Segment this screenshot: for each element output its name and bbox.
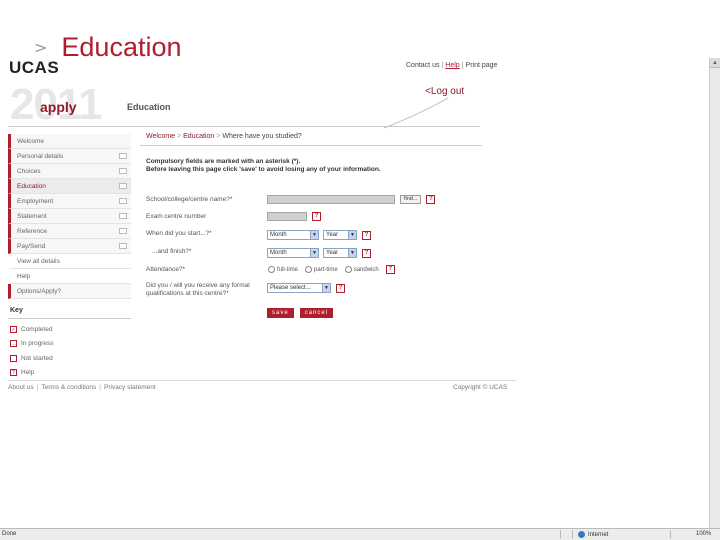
section-heading: Education [127,102,171,112]
sidebar-item-pay-send[interactable]: Pay/Send [8,239,131,254]
sidebar-item-personal-details[interactable]: Personal details [8,149,131,164]
attendance-sandwich-radio[interactable]: sandwich [344,266,379,273]
attendance-label: Attendance?* [146,266,186,273]
finish-date-label: ...and finish?* [152,248,192,255]
contact-us-link[interactable]: Contact us [406,62,439,69]
status-icon [119,213,127,219]
help-icon[interactable]: ? [312,212,321,221]
sidebar-item-welcome[interactable]: Welcome [8,134,131,149]
empty-box-icon [10,354,17,362]
school-label: School/college/centre name?* [146,196,233,203]
help-icon: ? [10,369,17,377]
qualifications-label: Did you / will you receive any formal qu… [146,282,250,297]
sidebar-item-options[interactable]: Options/Apply? [8,284,131,299]
ucas-logo[interactable]: UCAS [9,58,59,78]
exam-centre-input[interactable] [267,212,307,221]
key-item-completed: ✓ Completed [10,325,53,333]
key-divider [8,318,131,319]
sidebar-item-choices[interactable]: Choices [8,164,131,179]
key-item-not-started: Not started [8,351,131,366]
decorative-curve-icon [383,97,449,129]
zoom-level[interactable]: 100% [696,531,711,537]
apply-logo: apply [40,99,77,115]
header-divider [8,126,480,127]
sidebar-item-help[interactable]: Help [8,269,131,284]
status-text: Done [2,531,17,537]
status-icon [119,228,127,234]
sidebar-nav: Welcome Personal details Choices Educati… [8,134,131,380]
find-button[interactable]: find... [400,195,422,204]
key-title: Key [10,307,23,314]
breadcrumb-welcome[interactable]: Welcome [146,133,175,140]
finish-year-select[interactable]: Year ▼ [323,248,357,258]
finish-month-select[interactable]: Month ▼ [267,248,319,258]
start-year-select[interactable]: Year ▼ [323,230,357,240]
chevron-down-icon: ▼ [310,231,318,239]
save-button[interactable]: save [267,308,294,318]
key-item-help: ? Help [8,366,131,381]
exam-centre-label: Exam centre number [146,213,207,220]
vertical-scrollbar[interactable]: ▲ [709,58,720,528]
check-icon: ✓ [10,325,17,333]
qualifications-select[interactable]: Please select... ▼ [267,283,331,293]
help-link[interactable]: Help [445,62,459,69]
browser-status-bar: Done Internet 100% [0,528,720,540]
chevron-down-icon: ▼ [310,249,318,257]
about-us-link[interactable]: About us [8,384,34,391]
sidebar-item-employment[interactable]: Employment [8,194,131,209]
start-month-select[interactable]: Month ▼ [267,230,319,240]
attendance-part-time-radio[interactable]: part-time [305,266,338,273]
breadcrumb-current: Where have you studied? [222,133,302,140]
help-icon[interactable]: ? [426,195,436,204]
chevron-right-icon: > [34,37,48,57]
status-icon [119,168,127,174]
browser-content: UCAS Contact us | Help | Print page 2011 app… [0,58,720,528]
breadcrumb-education[interactable]: Education [183,133,214,140]
help-icon[interactable]: ? [362,230,371,240]
attendance-full-time-radio[interactable]: full-time [268,266,298,273]
start-date-label: When did you start...?* [146,230,212,237]
help-icon[interactable]: ? [362,248,371,258]
status-icon [119,153,127,159]
cancel-button[interactable]: cancel [299,308,334,318]
copyright: Copyright © UCAS [453,384,508,391]
sidebar-item-reference[interactable]: Reference [8,224,131,239]
status-icon [119,183,127,189]
help-icon[interactable]: ? [336,283,345,293]
in-progress-icon: … [10,340,17,348]
globe-icon [578,531,585,538]
school-input[interactable] [267,195,395,204]
chevron-down-icon: ▼ [348,249,356,257]
status-icon [119,243,127,249]
sidebar-item-education[interactable]: Education [8,179,131,194]
footer-divider [8,380,516,381]
main-content: Welcome > Education > Where have you studied… [140,132,482,174]
chevron-down-icon: ▼ [322,284,330,292]
scroll-up-icon[interactable]: ▲ [710,58,720,68]
print-page-link[interactable]: Print page [466,62,498,69]
breadcrumb: Welcome > Education > Where have you studied… [146,133,302,140]
security-zone: Internet [578,531,608,538]
chevron-down-icon: ▼ [348,231,356,239]
footer-links: About us | Terms & conditions | Privacy stat… [8,384,156,391]
terms-link[interactable]: Terms & conditions [41,384,96,391]
sidebar-item-statement[interactable]: Statement [8,209,131,224]
status-icon [119,198,127,204]
privacy-link[interactable]: Privacy statement [104,384,156,391]
key-item-in-progress: … In progress [10,340,54,348]
top-links: Contact us | Help | Print page [406,62,498,69]
compulsory-notice: Compulsory fields are marked with an ast… [146,158,381,173]
breadcrumb-divider [140,145,482,146]
sidebar-item-view-all-details[interactable]: View all details [8,254,131,269]
help-icon[interactable]: ? [385,265,395,274]
